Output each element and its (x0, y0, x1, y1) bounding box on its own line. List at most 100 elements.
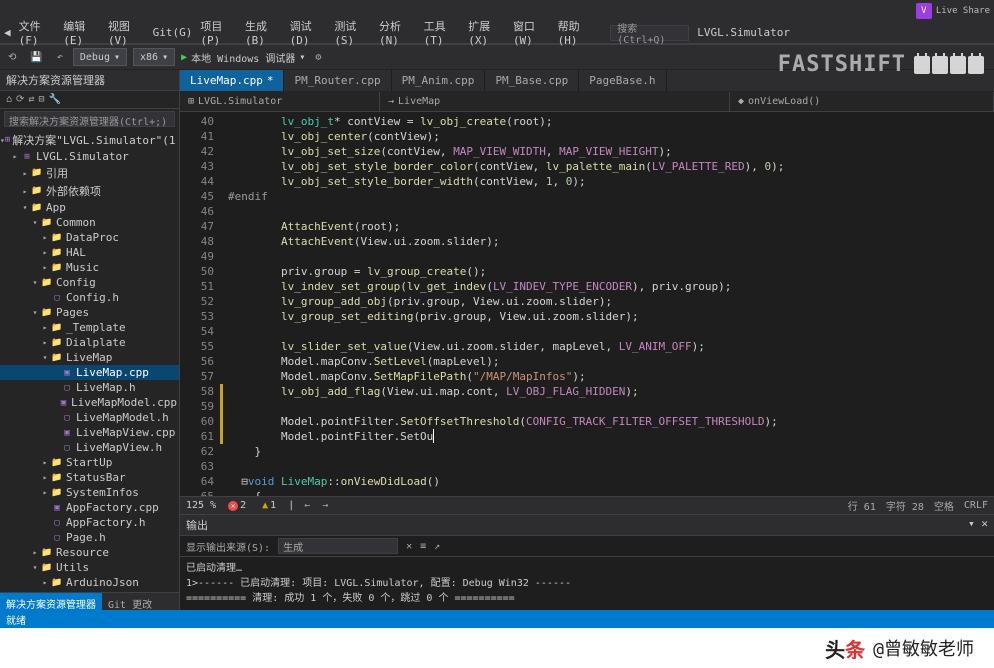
toutiao-author: @曾敏敏老师 (873, 635, 974, 661)
tree-item[interactable]: ▸📁外部依赖项 (0, 182, 179, 200)
tree-item[interactable]: ▢Page.h (0, 530, 179, 545)
tree-item[interactable]: ▾📁LiveMap (0, 350, 179, 365)
undo-icon[interactable]: ↶ (53, 50, 67, 65)
tree-item[interactable]: ▸📁Dialplate (0, 335, 179, 350)
back-button[interactable]: ⟲ (4, 50, 20, 65)
menu-item[interactable]: 视图(V) (108, 18, 145, 47)
menu-item[interactable]: 项目(P) (200, 18, 237, 47)
eol-indicator[interactable]: CRLF (964, 500, 988, 511)
tree-item[interactable]: ▾📁Pages (0, 305, 179, 320)
tree-item[interactable]: ▾📁Config (0, 275, 179, 290)
code-editor[interactable]: 4041424344454647484950515253545556575859… (180, 112, 994, 496)
bilibili-logo (914, 56, 984, 74)
refresh-icon[interactable]: ⟳ (16, 94, 24, 105)
warning-count[interactable]: ▲1 (258, 500, 280, 511)
tree-item[interactable]: ▢LiveMapView.h (0, 440, 179, 455)
tree-item[interactable]: ▾📁App (0, 200, 179, 215)
output-body[interactable]: 已启动清理… 1>------ 已启动清理: 项目: LVGL.Simulato… (180, 557, 994, 614)
platform-dropdown[interactable]: x86 ▾ (133, 48, 175, 66)
pin-icon[interactable]: ▾ ✕ (968, 517, 988, 533)
output-source-dropdown[interactable]: 生成 (278, 538, 398, 554)
wrench-icon[interactable]: 🔧 (48, 94, 60, 105)
menu-item[interactable]: 扩展(X) (468, 18, 505, 47)
gutter: 4041424344454647484950515253545556575859… (180, 112, 220, 496)
col-indicator[interactable]: 字符 28 (886, 498, 924, 513)
editor-tab[interactable]: PM_Router.cpp (284, 70, 391, 91)
tree-item[interactable]: ▢LiveMapModel.h (0, 410, 179, 425)
nav-forward[interactable]: → (320, 500, 330, 511)
menu-item[interactable]: 工具(T) (424, 18, 461, 47)
toutiao-logo: 头条 (825, 634, 865, 663)
editor-tab[interactable]: PM_Anim.cpp (392, 70, 486, 91)
tree-item[interactable]: ▣LiveMapModel.cpp (0, 395, 179, 410)
breadcrumb: ⊞ LVGL.Simulator → LiveMap ◆ onViewLoad(… (180, 92, 994, 112)
tree-item[interactable]: ▸📁SystemInfos (0, 485, 179, 500)
output-title: 输出 (186, 517, 208, 533)
tree-item[interactable]: ▸📁_Template (0, 320, 179, 335)
run-button[interactable]: ▶本地 Windows 调试器 ▾ (181, 50, 305, 65)
bc-project[interactable]: ⊞ LVGL.Simulator (180, 92, 380, 111)
goto-icon[interactable]: ↗ (434, 541, 440, 552)
indent-indicator[interactable]: 空格 (934, 498, 954, 513)
pane-title: 解决方案资源管理器 (0, 70, 179, 91)
menu-item[interactable]: 分析(N) (379, 18, 416, 47)
live-share[interactable]: Live Share (936, 6, 990, 16)
sync-icon[interactable]: ⇄ (28, 94, 34, 105)
tree-item[interactable]: ▸📁StartUp (0, 455, 179, 470)
output-panel: 输出 ▾ ✕ 显示输出来源(S): 生成 ✕ ≡ ↗ 已启动清理… 1>----… (180, 514, 994, 614)
word-wrap-icon[interactable]: ≡ (420, 541, 426, 552)
editor-tab[interactable]: LiveMap.cpp (180, 70, 284, 91)
tree-item[interactable]: ▾📁Common (0, 215, 179, 230)
solution-root[interactable]: ▾⊞解决方案"LVGL.Simulator"(1 个项目/共 1 个) (0, 131, 179, 149)
tree-item[interactable]: ▸⊞LVGL.Simulator (0, 149, 179, 164)
tree-item[interactable]: ▸📁ArduinoJson (0, 575, 179, 590)
tree-item[interactable]: ▢LiveMap.h (0, 380, 179, 395)
menu-item[interactable]: 编辑(E) (63, 18, 100, 47)
menu-item[interactable]: Git(G) (153, 26, 193, 39)
editor-tab[interactable]: PM_Base.cpp (485, 70, 579, 91)
nav-back[interactable]: ← (302, 500, 312, 511)
error-count[interactable]: ✕2 (224, 500, 250, 511)
tree-item[interactable]: ▸📁Music (0, 260, 179, 275)
home-icon[interactable]: ⌂ (6, 94, 12, 105)
tree-item[interactable]: ▢Config.h (0, 290, 179, 305)
config-dropdown[interactable]: Debug ▾ (73, 48, 127, 66)
account-icon[interactable]: V (916, 3, 932, 19)
tree-item[interactable]: ▸📁DataProc (0, 230, 179, 245)
tree-item[interactable]: ▾📁Utils (0, 560, 179, 575)
watermark: FASTSHIFT (778, 52, 984, 77)
solution-tree: ▾⊞解决方案"LVGL.Simulator"(1 个项目/共 1 个) ▸⊞LV… (0, 129, 179, 592)
tool-icon[interactable]: ⚙ (311, 50, 325, 65)
menu-item[interactable]: 帮助(H) (558, 18, 595, 47)
tree-item[interactable]: ▸📁Resource (0, 545, 179, 560)
menu-item[interactable]: 调试(D) (290, 18, 327, 47)
status-bar: 就绪 (0, 610, 994, 628)
collapse-icon[interactable]: ⊟ (38, 94, 44, 105)
menu-bar: ◀ 文件(F) 编辑(E) 视图(V) Git(G) 项目(P) 生成(B) 调… (0, 22, 994, 44)
solution-name: LVGL.Simulator (697, 26, 990, 39)
bc-class[interactable]: → LiveMap (380, 92, 730, 111)
menu-item[interactable]: 文件(F) (19, 18, 56, 47)
tree-item[interactable]: ▣LiveMap.cpp (0, 365, 179, 380)
clear-icon[interactable]: ✕ (406, 541, 412, 552)
menu-item[interactable]: 窗口(W) (513, 18, 550, 47)
bc-method[interactable]: ◆ onViewLoad() (730, 92, 994, 111)
editor-tab[interactable]: PageBase.h (579, 70, 666, 91)
menu-item[interactable]: 测试(S) (334, 18, 371, 47)
line-indicator[interactable]: 行 61 (848, 498, 876, 513)
search-box[interactable]: 搜索 (Ctrl+Q) (610, 25, 689, 41)
tree-search[interactable]: 搜索解决方案资源管理器(Ctrl+;) (4, 111, 175, 127)
tree-item[interactable]: ▣LiveMapView.cpp (0, 425, 179, 440)
tree-item[interactable]: ▸📁StatusBar (0, 470, 179, 485)
save-icon[interactable]: 💾 (26, 50, 46, 65)
zoom-level[interactable]: 125 % (186, 500, 216, 511)
tree-item[interactable]: ▸📁引用 (0, 164, 179, 182)
editor-footer: 125 % ✕2 ▲1 | ← → 行 61 字符 28 空格 CRLF (180, 496, 994, 514)
toutiao-overlay: 头条 @曾敏敏老师 (0, 628, 994, 668)
tree-item[interactable]: ▸📁HAL (0, 245, 179, 260)
code-body[interactable]: lv_obj_t* contView = lv_obj_create(root)… (220, 112, 994, 496)
tree-item[interactable]: ▣AppFactory.cpp (0, 500, 179, 515)
back-icon[interactable]: ◀ (4, 26, 11, 39)
tree-item[interactable]: ▢AppFactory.h (0, 515, 179, 530)
menu-item[interactable]: 生成(B) (245, 18, 282, 47)
